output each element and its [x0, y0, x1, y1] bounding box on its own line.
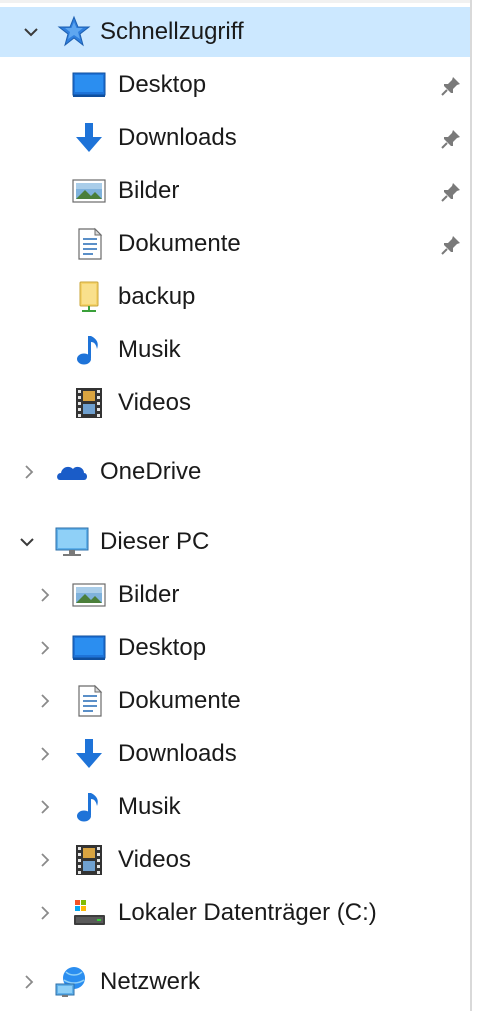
chevron-right-icon[interactable] — [36, 851, 54, 869]
navigation-pane: Schnellzugriff Desktop Downloads Bilder … — [0, 0, 472, 1011]
music-icon — [71, 332, 107, 368]
nav-quick-access[interactable]: Schnellzugriff — [0, 7, 470, 57]
quick-access-item-downloads[interactable]: Downloads — [0, 113, 470, 163]
this-pc-item-desktop[interactable]: Desktop — [0, 623, 470, 673]
downloads-icon — [71, 736, 107, 772]
chevron-down-icon[interactable] — [22, 23, 40, 41]
this-pc-item-label: Desktop — [118, 634, 207, 661]
this-pc-item-label: Dokumente — [118, 687, 241, 714]
chevron-right-icon[interactable] — [36, 798, 54, 816]
desktop-icon — [71, 67, 107, 103]
quick-access-item-documents[interactable]: Dokumente — [0, 219, 470, 269]
chevron-right-icon[interactable] — [36, 745, 54, 763]
star-icon — [56, 14, 92, 50]
this-pc-item-downloads[interactable]: Downloads — [0, 729, 470, 779]
pin-icon — [440, 181, 462, 203]
pin-icon — [440, 75, 462, 97]
drive-icon — [71, 895, 107, 931]
downloads-icon — [71, 120, 107, 156]
this-pc-item-label: Downloads — [118, 740, 237, 767]
documents-icon — [71, 683, 107, 719]
nav-quick-access-label: Schnellzugriff — [100, 18, 244, 45]
chevron-right-icon[interactable] — [36, 692, 54, 710]
quick-access-item-backup[interactable]: backup — [0, 272, 470, 322]
quick-access-item-music[interactable]: Musik — [0, 325, 470, 375]
quick-access-item-label: Videos — [118, 389, 191, 416]
nav-onedrive[interactable]: OneDrive — [0, 447, 470, 497]
nav-this-pc-label: Dieser PC — [100, 528, 210, 555]
quick-access-item-label: Bilder — [118, 177, 180, 204]
videos-icon — [71, 842, 107, 878]
nav-onedrive-label: OneDrive — [100, 458, 202, 485]
chevron-down-icon[interactable] — [18, 533, 36, 551]
quick-access-item-label: backup — [118, 283, 196, 310]
pane-top-edge — [0, 0, 470, 3]
nav-this-pc[interactable]: Dieser PC — [0, 517, 470, 567]
chevron-right-icon[interactable] — [36, 904, 54, 922]
videos-icon — [71, 385, 107, 421]
this-pc-item-music[interactable]: Musik — [0, 782, 470, 832]
this-pc-item-label: Musik — [118, 793, 181, 820]
onedrive-icon — [54, 454, 90, 490]
desktop-icon — [71, 630, 107, 666]
quick-access-item-pictures[interactable]: Bilder — [0, 166, 470, 216]
quick-access-item-label: Desktop — [118, 71, 207, 98]
computer-icon — [54, 524, 90, 560]
quick-access-item-label: Musik — [118, 336, 181, 363]
pictures-icon — [71, 173, 107, 209]
this-pc-item-videos[interactable]: Videos — [0, 835, 470, 885]
pictures-icon — [71, 577, 107, 613]
this-pc-item-local-disk[interactable]: Lokaler Datenträger (C:) — [0, 888, 470, 938]
chevron-right-icon[interactable] — [20, 973, 38, 991]
folder-icon — [71, 279, 107, 315]
chevron-right-icon[interactable] — [36, 639, 54, 657]
nav-network-label: Netzwerk — [100, 968, 201, 995]
this-pc-item-label: Lokaler Datenträger (C:) — [118, 899, 377, 926]
music-icon — [71, 789, 107, 825]
quick-access-item-desktop[interactable]: Desktop — [0, 60, 470, 110]
nav-network[interactable]: Netzwerk — [0, 957, 470, 1007]
this-pc-item-label: Bilder — [118, 581, 180, 608]
quick-access-item-videos[interactable]: Videos — [0, 378, 470, 428]
quick-access-item-label: Downloads — [118, 124, 237, 151]
this-pc-item-pictures[interactable]: Bilder — [0, 570, 470, 620]
chevron-right-icon[interactable] — [20, 463, 38, 481]
quick-access-item-label: Dokumente — [118, 230, 241, 257]
pin-icon — [440, 234, 462, 256]
documents-icon — [71, 226, 107, 262]
chevron-right-icon[interactable] — [36, 586, 54, 604]
pin-icon — [440, 128, 462, 150]
this-pc-item-documents[interactable]: Dokumente — [0, 676, 470, 726]
network-icon — [54, 964, 90, 1000]
this-pc-item-label: Videos — [118, 846, 191, 873]
